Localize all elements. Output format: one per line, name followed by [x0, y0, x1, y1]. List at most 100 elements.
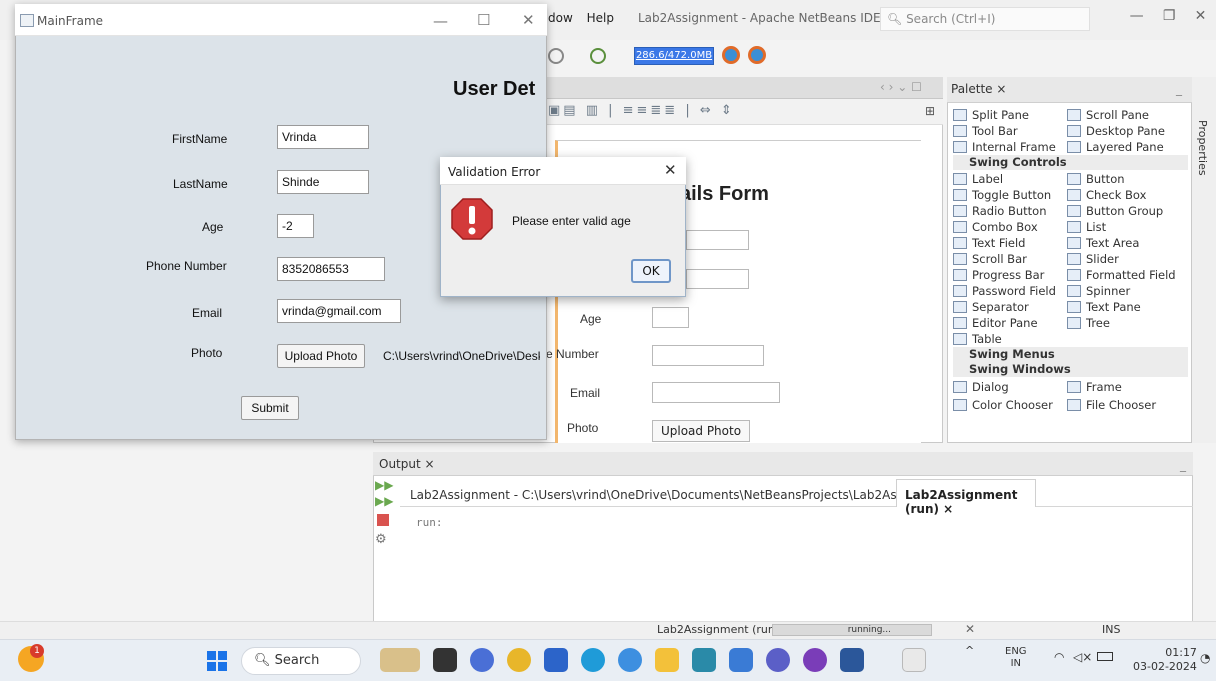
- palette-text-pane[interactable]: Text Pane: [1067, 300, 1187, 314]
- design-grid-icon[interactable]: ⊞: [925, 104, 935, 118]
- palette-separator[interactable]: Separator: [953, 300, 1067, 314]
- clock[interactable]: 01:17 03-02-2024: [1133, 646, 1197, 674]
- output-minimize-icon[interactable]: _: [1180, 458, 1186, 472]
- settings-icon[interactable]: ⚙: [375, 532, 397, 547]
- design-field-1[interactable]: [686, 230, 749, 250]
- palette-tool-bar[interactable]: Tool Bar: [953, 124, 1067, 138]
- menu-window[interactable]: dow: [548, 11, 573, 25]
- palette-password-field[interactable]: Password Field: [953, 284, 1067, 298]
- java-taskbar-icon[interactable]: [902, 648, 926, 672]
- rerun-debug-icon[interactable]: ▶▶: [375, 494, 397, 508]
- palette-radio-button[interactable]: Radio Button: [953, 204, 1067, 218]
- status-progress[interactable]: running...: [772, 624, 932, 636]
- wifi-icon[interactable]: ◠: [1054, 650, 1064, 664]
- app-icon-teal[interactable]: [692, 648, 716, 672]
- palette-frame[interactable]: Frame: [1067, 379, 1187, 395]
- palette-combo-box[interactable]: Combo Box: [953, 220, 1067, 234]
- palette-progress-bar[interactable]: Progress Bar: [953, 268, 1067, 282]
- submit-button[interactable]: Submit: [241, 396, 299, 420]
- palette-text-field[interactable]: Text Field: [953, 236, 1067, 250]
- output-tab[interactable]: Output ×: [379, 457, 435, 471]
- email-input[interactable]: [277, 299, 401, 323]
- mainframe-maximize-icon[interactable]: ☐: [477, 11, 490, 29]
- palette-scroll-bar[interactable]: Scroll Bar: [953, 252, 1067, 266]
- palette-internal-frame[interactable]: Internal Frame: [953, 140, 1067, 154]
- task-view-icon[interactable]: [433, 648, 457, 672]
- debug-icon[interactable]: [590, 48, 606, 64]
- design-field-age[interactable]: [652, 307, 689, 328]
- palette-section-controls[interactable]: Swing Controls: [953, 155, 1188, 170]
- palette-scroll-pane[interactable]: Scroll Pane: [1067, 108, 1187, 122]
- palette-button[interactable]: Button: [1067, 172, 1187, 186]
- palette-minimize-icon[interactable]: _: [1176, 82, 1182, 96]
- palette-color-chooser[interactable]: Color Chooser: [953, 397, 1067, 413]
- taskbar-search[interactable]: 🔍︎ Search: [241, 647, 361, 675]
- notification-bell-icon[interactable]: ◔: [1200, 651, 1210, 665]
- output-tab-build[interactable]: Lab2Assignment - C:\Users\vrind\OneDrive…: [410, 488, 967, 502]
- mainframe-close-icon[interactable]: ✕: [522, 11, 535, 29]
- restore-icon[interactable]: ❐: [1163, 8, 1176, 30]
- close-icon[interactable]: ✕: [1195, 8, 1207, 30]
- language-indicator[interactable]: ENG IN: [1005, 646, 1027, 670]
- palette-table[interactable]: Table: [953, 332, 1067, 346]
- lastname-input[interactable]: [277, 170, 369, 194]
- store-app-icon[interactable]: [544, 648, 568, 672]
- palette-list-item[interactable]: List: [1067, 220, 1187, 234]
- palette-section-menus[interactable]: Swing Menus: [953, 347, 1188, 362]
- app-icon-hex[interactable]: [729, 648, 753, 672]
- app-icon-circle[interactable]: [766, 648, 790, 672]
- palette-spinner[interactable]: Spinner: [1067, 284, 1187, 298]
- tray-chevron-icon[interactable]: ^: [965, 644, 974, 657]
- memory-indicator[interactable]: 286.6/472.0MB: [634, 47, 714, 65]
- word-app-icon[interactable]: [840, 648, 864, 672]
- minimize-icon[interactable]: —: [1130, 8, 1144, 30]
- file-explorer-icon[interactable]: [655, 648, 679, 672]
- editor-nav-arrows[interactable]: ‹ › ⌄ ☐: [880, 80, 922, 94]
- palette-split-pane[interactable]: Split Pane: [953, 108, 1067, 122]
- palette-toggle-button[interactable]: Toggle Button: [953, 188, 1067, 202]
- palette-file-chooser[interactable]: File Chooser: [1067, 397, 1187, 413]
- palette-label[interactable]: Label: [953, 172, 1067, 186]
- phone-input[interactable]: [277, 257, 385, 281]
- menu-help[interactable]: Help: [587, 11, 614, 25]
- design-field-email[interactable]: [652, 382, 780, 403]
- stop-icon[interactable]: [377, 514, 389, 526]
- properties-tab[interactable]: Properties: [1196, 120, 1209, 176]
- design-toolbar[interactable]: ▣▤ ▥ | ≡≡≣≣ | ⇔ ⇕: [540, 99, 943, 125]
- palette-formatted-field[interactable]: Formatted Field: [1067, 268, 1187, 282]
- chrome-app-icon[interactable]: [507, 648, 531, 672]
- gc-icon[interactable]: [722, 46, 740, 64]
- design-field-2[interactable]: [686, 269, 749, 289]
- palette-check-box[interactable]: Check Box: [1067, 188, 1187, 202]
- palette-layered-pane[interactable]: Layered Pane: [1067, 140, 1187, 154]
- palette-tree[interactable]: Tree: [1067, 316, 1187, 330]
- meet-app-icon[interactable]: [470, 648, 494, 672]
- dialog-close-icon[interactable]: ✕: [664, 161, 677, 179]
- battery-icon[interactable]: [1097, 652, 1113, 661]
- palette-text-area[interactable]: Text Area: [1067, 236, 1187, 250]
- firstname-input[interactable]: [277, 125, 369, 149]
- palette-editor-pane[interactable]: Editor Pane: [953, 316, 1067, 330]
- widgets-app-icon[interactable]: [380, 648, 420, 672]
- ok-button[interactable]: OK: [631, 259, 671, 283]
- profile-icon[interactable]: [748, 46, 766, 64]
- output-tab-run[interactable]: Lab2Assignment (run) ×: [896, 479, 1036, 516]
- search-input[interactable]: 🔍︎ Search (Ctrl+I): [880, 7, 1090, 31]
- edge-app-icon[interactable]: [581, 648, 605, 672]
- design-field-number[interactable]: [652, 345, 764, 366]
- status-cancel-icon[interactable]: ✕: [965, 622, 975, 636]
- app-icon-purple[interactable]: [803, 648, 827, 672]
- design-upload-button[interactable]: Upload Photo: [652, 420, 750, 442]
- run-icon[interactable]: [548, 48, 564, 64]
- palette-desktop-pane[interactable]: Desktop Pane: [1067, 124, 1187, 138]
- start-icon[interactable]: [207, 651, 227, 671]
- palette-button-group[interactable]: Button Group: [1067, 204, 1187, 218]
- copilot-app-icon[interactable]: [618, 648, 642, 672]
- palette-slider[interactable]: Slider: [1067, 252, 1187, 266]
- volume-icon[interactable]: ◁×: [1073, 650, 1092, 664]
- palette-tab[interactable]: Palette ×: [951, 82, 1006, 96]
- upload-photo-button[interactable]: Upload Photo: [277, 344, 365, 368]
- age-input[interactable]: [277, 214, 314, 238]
- mainframe-minimize-icon[interactable]: —: [433, 12, 448, 30]
- palette-dialog[interactable]: Dialog: [953, 379, 1067, 395]
